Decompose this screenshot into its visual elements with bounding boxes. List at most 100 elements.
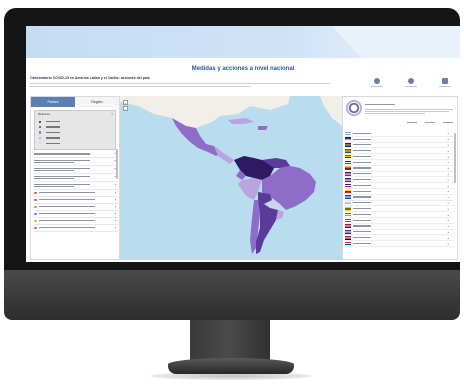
expand-icon[interactable]: + [113,183,118,187]
monitor-stand-base [168,358,294,374]
zoom-in-button[interactable]: + [123,100,128,105]
expand-icon[interactable]: + [113,198,118,202]
legend-items [39,119,61,146]
expand-icon[interactable]: + [437,172,449,176]
expand-icon[interactable]: + [437,155,449,159]
map-legend: Mediciones × [34,110,116,150]
filter-label [38,205,113,208]
menu-button[interactable] [438,78,452,88]
expand-icon[interactable]: + [437,207,449,211]
legend-label [46,142,61,144]
legend-label [46,121,61,123]
filter-item[interactable]: + [34,197,118,204]
filter-item[interactable]: + [34,166,118,174]
country-row[interactable]: + [345,241,455,247]
expand-icon[interactable]: + [437,230,449,234]
country-name [353,143,379,146]
expand-icon[interactable]: + [113,212,118,216]
legend-swatch [39,120,42,123]
country-name [353,219,379,222]
expand-icon[interactable]: + [437,166,449,170]
filter-item[interactable]: + [34,174,118,182]
expand-icon[interactable]: + [113,226,118,230]
filter-item[interactable]: + [34,190,118,197]
scrollbar[interactable] [454,133,456,183]
filter-item[interactable]: + [34,225,118,232]
flag-icon [345,172,351,176]
expand-icon[interactable]: + [437,236,449,240]
filter-item[interactable]: + [34,151,118,158]
legend-swatch [39,142,42,145]
country-table: + + + + + + + + + + + + + + + + + + + + [345,131,455,247]
expand-icon[interactable]: + [437,137,449,141]
filter-label [34,159,113,164]
flag-icon [345,218,351,223]
expand-icon[interactable]: + [113,219,118,223]
legend-item [39,141,61,146]
expand-icon[interactable]: + [437,213,449,217]
flag-icon [345,154,351,159]
menu-icon [442,78,448,84]
flag-icon [345,143,351,147]
expand-icon[interactable]: + [437,184,449,188]
filter-label [38,191,113,194]
flag-icon [345,183,351,188]
expand-icon[interactable]: + [437,195,449,199]
measure-filter-list: +++++++++++ [34,151,118,232]
flag-icon [345,195,351,199]
banner-shape [332,26,460,58]
filter-item[interactable]: + [34,182,118,190]
header-banner [26,26,460,58]
country-name [353,230,379,233]
flag-icon [345,131,351,136]
tab-bar: Países Región [31,97,119,107]
category-icon [34,219,37,223]
filter-item[interactable]: + [34,204,118,211]
flag-icon [345,148,351,153]
flag-icon [345,235,351,240]
map-view[interactable]: + − [120,96,342,260]
scrollbar[interactable] [116,149,118,179]
expand-icon[interactable]: + [437,131,449,135]
expand-icon[interactable]: + [437,143,449,147]
gear-icon [346,100,362,116]
category-icon [34,191,37,195]
monitor-stand-neck [190,320,270,362]
monitor-screen: Medidas y acciones a nivel nacional Obse… [26,26,460,262]
map-zoom-controls: + − [123,100,128,111]
column-header [425,122,435,124]
expand-icon[interactable]: + [437,189,449,193]
expand-icon[interactable]: + [437,218,449,222]
filter-item[interactable]: + [34,218,118,225]
dashboard-title: Observatorio COVID-19 en América Latina … [30,76,150,80]
zoom-out-button[interactable]: − [123,105,128,111]
expand-icon[interactable]: + [437,178,449,182]
expand-icon[interactable]: + [113,205,118,209]
filter-item[interactable]: + [34,158,118,166]
download-button[interactable] [404,78,418,88]
download-icon [408,78,414,84]
description-line [30,83,330,85]
tab-region[interactable]: Región [75,97,119,107]
legend-swatch [39,125,42,129]
flag-icon [345,189,351,194]
expand-icon[interactable]: + [437,242,449,246]
expand-icon[interactable]: + [437,224,449,228]
filter-item[interactable]: + [34,211,118,218]
table-header [345,122,457,130]
category-icon [34,205,37,209]
filter-label [34,175,113,180]
country-name [353,149,379,152]
country-panel: + + + + + + + + + + + + + + + + + + + + [342,96,458,260]
expand-icon[interactable]: + [437,201,449,205]
expand-icon[interactable]: + [437,160,449,164]
monitor-chin [4,270,460,320]
country-name [353,225,379,228]
flag-icon [345,206,351,211]
tab-paises[interactable]: Países [31,97,75,107]
close-icon[interactable]: × [111,112,113,116]
description-line [30,86,250,88]
expand-icon[interactable]: + [437,149,449,153]
expand-icon[interactable]: + [113,191,118,195]
info-button[interactable] [370,78,384,88]
